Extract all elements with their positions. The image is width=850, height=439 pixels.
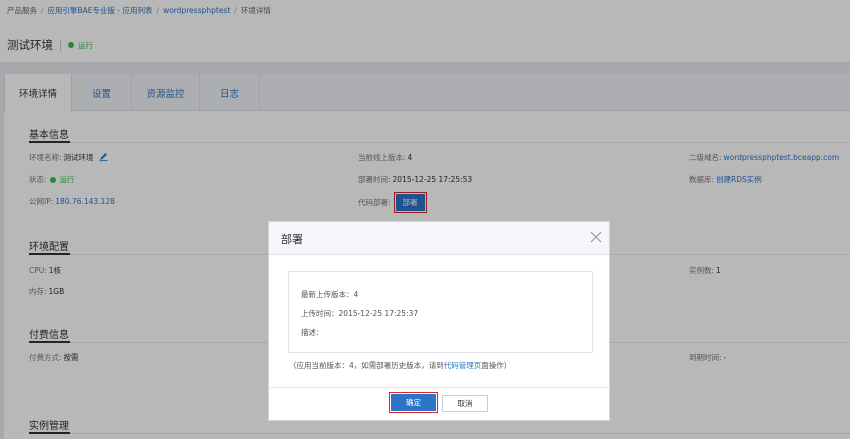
cancel-button[interactable]: 取消 <box>442 395 488 412</box>
upload-time-text: 上传时间：2015-12-25 17:25:37 <box>301 309 419 318</box>
close-icon[interactable] <box>589 230 603 244</box>
description-text: 描述： <box>301 328 324 337</box>
confirm-button[interactable]: 确定 <box>391 394 436 411</box>
version-info-box: 最新上传版本：4 上传时间：2015-12-25 17:25:37 描述： <box>288 271 593 353</box>
dialog-footer-divider <box>269 387 609 388</box>
version-hint: （应用当前版本：4，如需部署历史版本，请到代码管理页面操作） <box>289 360 511 371</box>
latest-version-text: 最新上传版本：4 <box>301 290 359 299</box>
dialog-header: 部署 <box>269 222 609 255</box>
confirm-button-highlight: 确定 <box>389 392 438 413</box>
deploy-dialog: 部署 最新上传版本：4 上传时间：2015-12-25 17:25:37 描述：… <box>268 221 610 421</box>
hint-prefix: （应用当前版本：4，如需部署历史版本，请到 <box>289 361 444 370</box>
hint-suffix: 面操作） <box>481 361 512 370</box>
dialog-title: 部署 <box>281 233 303 246</box>
code-management-link[interactable]: 代码管理页 <box>444 361 482 370</box>
